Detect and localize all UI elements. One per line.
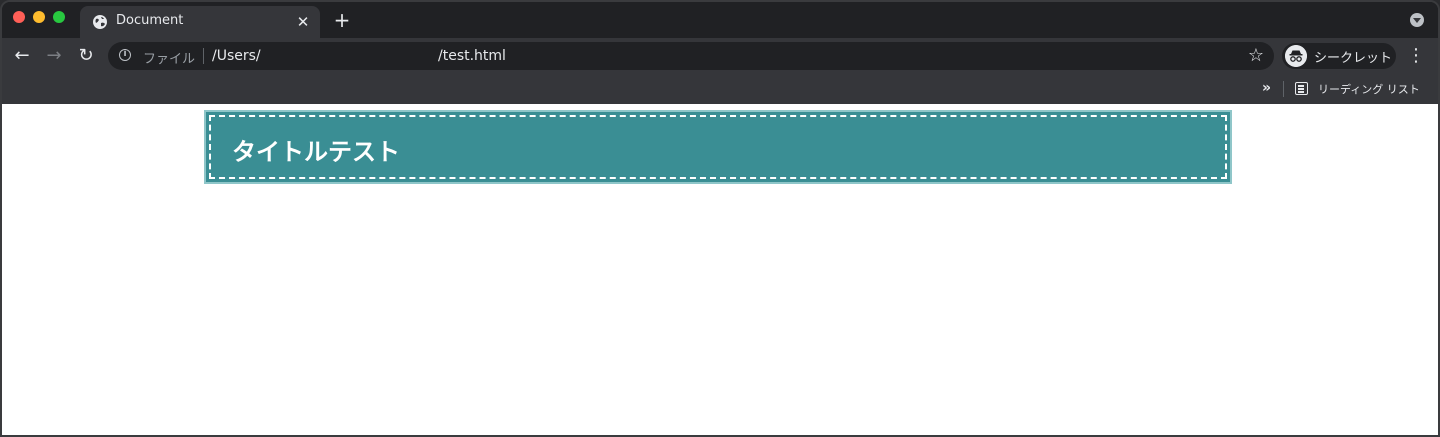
title-banner: タイトルテスト	[206, 112, 1230, 182]
bookmarks-bar: » リーディング リスト	[2, 74, 1438, 104]
bookmark-star-icon[interactable]: ☆	[1248, 46, 1264, 66]
tab-search-icon[interactable]	[1410, 13, 1424, 27]
page-viewport: タイトルテスト	[2, 104, 1438, 435]
tab-close-icon[interactable]: ✕	[294, 13, 312, 31]
window-close-button[interactable]	[13, 11, 25, 23]
address-bar[interactable]: i ファイル /Users/ /test.html ☆	[108, 42, 1274, 70]
toolbar: ← → ↻ i ファイル /Users/ /test.html ☆ シークレット…	[2, 38, 1438, 74]
tab-strip: Document ✕ +	[2, 2, 1438, 38]
incognito-profile-button[interactable]: シークレット	[1282, 43, 1396, 69]
browser-window: Document ✕ + ← → ↻ i ファイル /Users/ /test.…	[0, 0, 1440, 437]
reading-list-button[interactable]: リーディング リスト	[1318, 81, 1420, 97]
reading-list-icon[interactable]	[1295, 82, 1308, 95]
window-minimize-button[interactable]	[33, 11, 45, 23]
url-path-start: /Users/	[212, 48, 261, 64]
scheme-label: ファイル	[143, 52, 196, 67]
reload-icon[interactable]: ↻	[76, 46, 96, 66]
kebab-menu-icon[interactable]: ⋮	[1406, 46, 1426, 66]
forward-arrow-icon[interactable]: →	[44, 46, 64, 66]
window-maximize-button[interactable]	[53, 11, 65, 23]
incognito-icon	[1285, 45, 1307, 67]
tab-title: Document	[116, 13, 184, 28]
bookmarks-divider	[1283, 81, 1284, 97]
info-icon[interactable]: i	[119, 49, 131, 61]
incognito-label: シークレット	[1314, 51, 1393, 66]
page-title: タイトルテスト	[232, 138, 400, 166]
bookmarks-overflow-icon[interactable]: »	[1262, 80, 1271, 96]
url-path-end: /test.html	[438, 48, 506, 64]
new-tab-button[interactable]: +	[332, 10, 352, 30]
address-divider	[203, 48, 204, 64]
globe-icon	[93, 15, 107, 29]
tab-document[interactable]: Document ✕	[80, 6, 320, 38]
back-arrow-icon[interactable]: ←	[12, 46, 32, 66]
